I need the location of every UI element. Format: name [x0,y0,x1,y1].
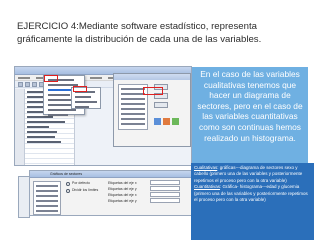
options-group: Por defecto Dividir los límites [66,180,102,194]
field-label: Etiquetas del eje y [108,199,137,203]
axis-combo[interactable] [150,198,180,203]
notes-cuantitativas: Cuantitativas: Gráfica- histograma---eda… [194,184,311,203]
axis-combo[interactable] [150,192,180,197]
graph-window-title: Gráficos de sectores [50,172,83,176]
axis-combo[interactable] [150,186,180,191]
notes-cualitativas: Cualitativas: gráficas---diagrama de sec… [194,165,311,184]
radio-icon[interactable] [66,181,70,186]
cualitativas-label: Cualitativas [194,165,218,170]
option-default: Por defecto [72,181,90,185]
axis-fields: Etiquetas del eje x Etiquetas del eje y … [108,180,148,204]
explanation-callout: En el caso de las variables cualitativas… [192,67,308,166]
radio-icon[interactable] [66,188,70,193]
software-window-screenshot [14,66,192,166]
cuantitativas-label: Cuantitativas [194,184,221,190]
highlight-menu [44,75,58,82]
highlight-dialog-item [143,87,163,95]
option-split: Dividir los límites [72,188,99,192]
variable-list [33,181,61,215]
procedure-notes: Cualitativas: gráficas---diagrama de sec… [191,163,314,240]
graph-options-window: Gráficos de sectores Por defecto Dividir… [29,170,193,216]
slide-title: EJERCICIO 4:Mediante software estadístic… [17,21,262,45]
axis-combo[interactable] [150,180,180,185]
highlight-option [73,86,87,92]
chart-type-icons [154,118,179,125]
chart-builder-dialog [113,73,191,147]
